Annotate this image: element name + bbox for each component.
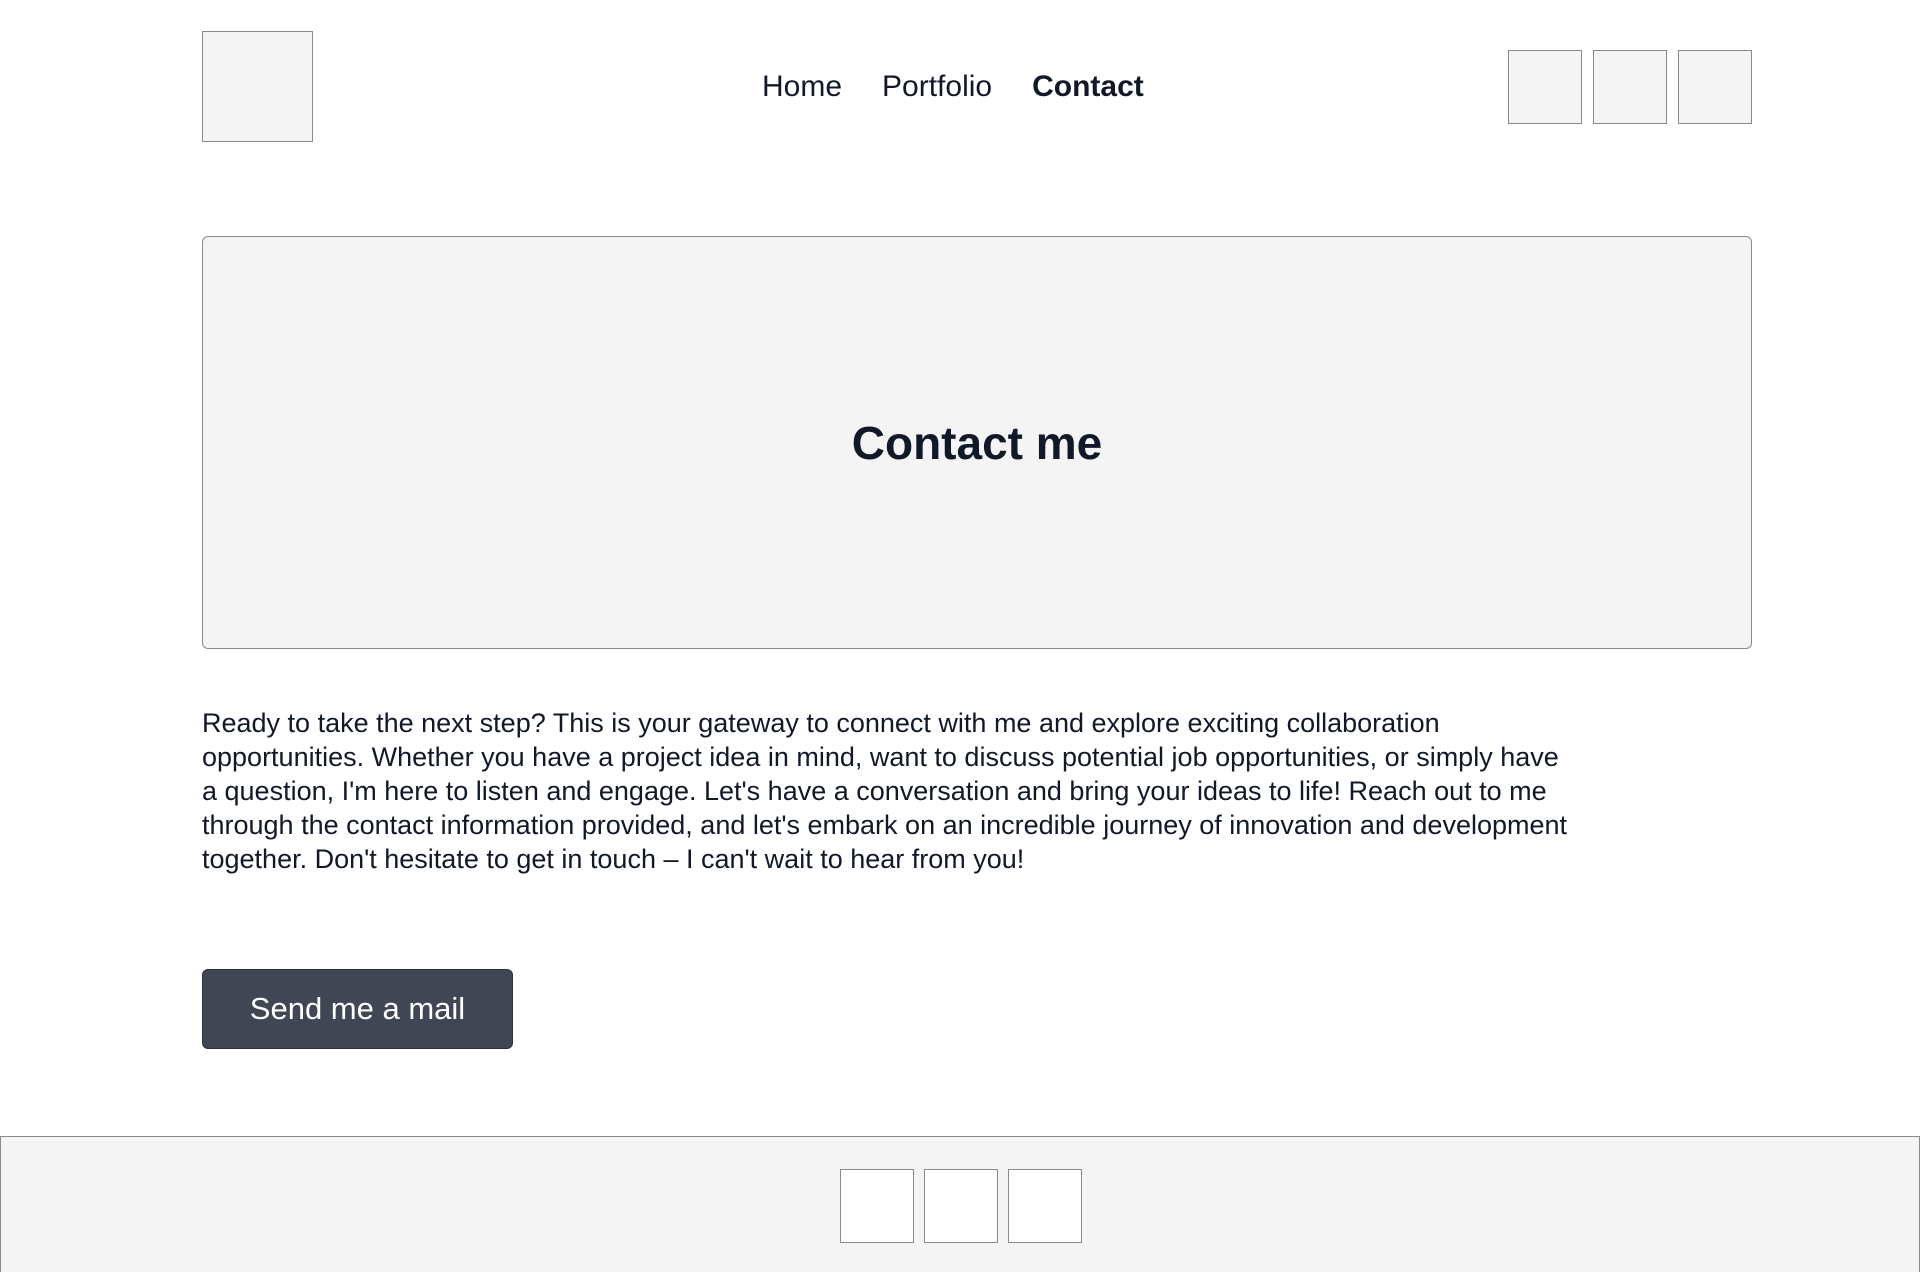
header-icon-placeholder-1[interactable]	[1508, 50, 1582, 124]
contact-page: Home Portfolio Contact Contact me Ready …	[0, 0, 1920, 1272]
hero-banner: Contact me	[202, 236, 1752, 649]
site-footer	[0, 1136, 1920, 1272]
intro-paragraph: Ready to take the next step? This is you…	[202, 708, 1568, 874]
footer-icon-placeholder-1[interactable]	[840, 1169, 914, 1243]
footer-icon-placeholder-3[interactable]	[1008, 1169, 1082, 1243]
main-nav: Home Portfolio Contact	[762, 68, 1144, 106]
page-title: Contact me	[851, 416, 1103, 469]
nav-portfolio-link[interactable]: Portfolio	[882, 68, 992, 106]
footer-social-icons	[840, 1169, 1082, 1243]
logo-placeholder[interactable]	[202, 31, 313, 142]
header-icon-placeholder-2[interactable]	[1593, 50, 1667, 124]
header-social-icons	[1508, 50, 1752, 124]
header-icon-placeholder-3[interactable]	[1678, 50, 1752, 124]
footer-icon-placeholder-2[interactable]	[924, 1169, 998, 1243]
nav-home-link[interactable]: Home	[762, 68, 842, 106]
nav-contact-link[interactable]: Contact	[1032, 68, 1144, 106]
send-mail-button[interactable]: Send me a mail	[202, 969, 513, 1049]
